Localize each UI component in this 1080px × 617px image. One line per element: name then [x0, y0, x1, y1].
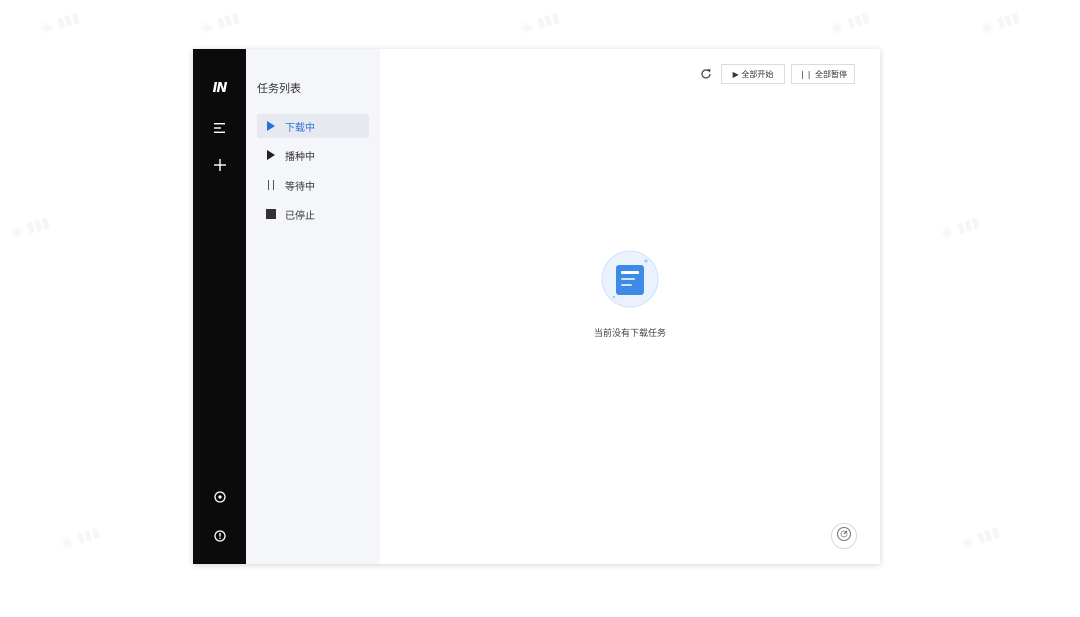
pause-all-button[interactable]: ❘❘ 全部暂停 [791, 64, 855, 84]
empty-message: 当前没有下载任务 [593, 329, 666, 339]
gear-icon [213, 488, 226, 507]
nav-rail: IN [193, 49, 246, 564]
add-task-button[interactable] [207, 153, 232, 178]
app-window: IN 任务列表 下载中 播种中 等待中 已停止 ▶ 全部开始 ❘❘ 全部暂停 当… [193, 49, 880, 564]
refresh-icon [700, 65, 712, 84]
sidebar-item-downloading[interactable]: 下载中 [257, 114, 369, 138]
start-all-button[interactable]: ▶ 全部开始 [721, 64, 785, 84]
panel-title: 任务列表 [257, 82, 301, 95]
menu-button[interactable] [207, 115, 232, 140]
sidebar-item-label: 已停止 [285, 210, 315, 222]
app-logo: IN [212, 81, 228, 96]
refresh-button[interactable] [697, 65, 715, 83]
task-list-panel: 任务列表 下载中 播种中 等待中 已停止 [246, 49, 380, 564]
speed-meter-button[interactable] [831, 523, 857, 549]
main-content: ▶ 全部开始 ❘❘ 全部暂停 当前没有下载任务 [380, 49, 880, 564]
sidebar-item-label: 播种中 [285, 151, 315, 163]
menu-icon [213, 118, 226, 137]
sidebar-item-stopped[interactable]: 已停止 [257, 202, 369, 226]
settings-button[interactable] [207, 485, 232, 510]
sidebar-item-waiting[interactable]: 等待中 [257, 173, 369, 197]
sidebar-item-seeding[interactable]: 播种中 [257, 143, 369, 167]
pause-icon [261, 180, 281, 190]
play-icon [261, 150, 281, 160]
sidebar-item-label: 下载中 [285, 122, 315, 134]
play-icon [261, 121, 281, 131]
plus-icon [213, 156, 226, 175]
speedometer-icon [836, 526, 852, 546]
help-icon [213, 527, 226, 546]
empty-tasks-icon [600, 249, 660, 313]
help-button[interactable] [207, 524, 232, 549]
stop-icon [261, 209, 281, 219]
sidebar-item-label: 等待中 [285, 181, 315, 193]
